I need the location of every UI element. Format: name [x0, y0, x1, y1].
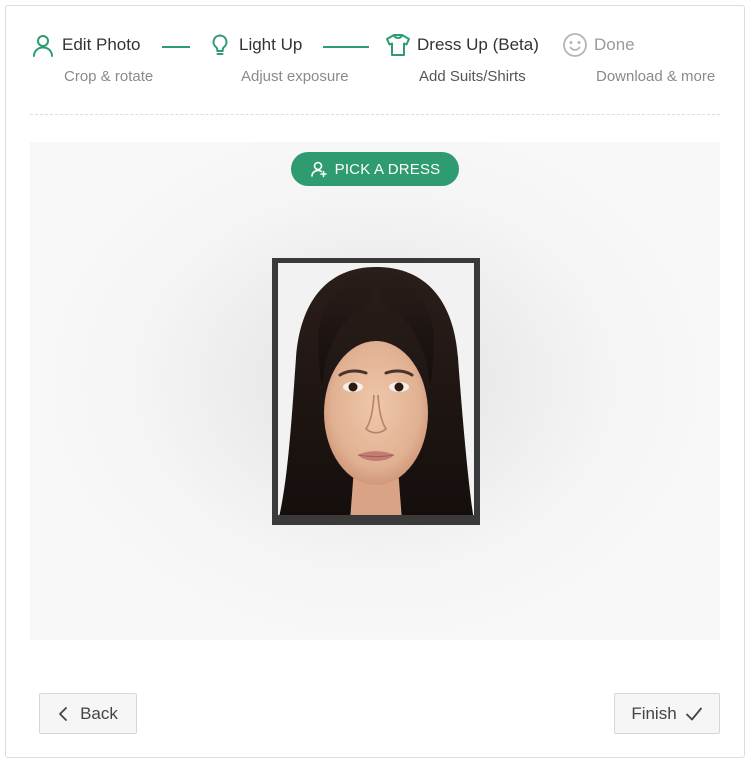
step-edit-photo[interactable]: Edit Photo Crop & rotate [30, 30, 153, 85]
step-title: Light Up [239, 35, 303, 54]
divider [30, 114, 720, 115]
portrait-photo [272, 258, 480, 525]
step-desc: Download & more [596, 68, 716, 85]
step-done[interactable]: Done Download & more [562, 30, 715, 85]
check-icon [685, 706, 703, 722]
pick-dress-button[interactable]: PICK A DRESS [291, 152, 459, 186]
step-desc: Crop & rotate [64, 68, 154, 85]
step-connector [323, 46, 369, 48]
portrait-image [278, 263, 474, 521]
step-connector [162, 46, 190, 48]
step-light-up[interactable]: Light Up Adjust exposure [207, 30, 349, 85]
step-title: Done [594, 35, 635, 54]
finish-label: Finish [631, 703, 677, 723]
step-desc: Adjust exposure [241, 68, 349, 85]
back-label: Back [80, 703, 118, 723]
shirt-icon [385, 32, 411, 58]
chevron-left-icon [58, 706, 68, 722]
finish-button[interactable]: Finish [614, 693, 720, 734]
step-title: Edit Photo [62, 35, 141, 54]
back-button[interactable]: Back [39, 693, 137, 734]
lightbulb-icon [207, 32, 233, 58]
pick-dress-label: PICK A DRESS [334, 160, 441, 178]
user-icon [30, 32, 56, 58]
smiley-icon [562, 32, 588, 58]
step-dress-up[interactable]: Dress Up (Beta) Add Suits/Shirts [385, 30, 539, 85]
user-add-icon [310, 160, 328, 178]
step-desc: Add Suits/Shirts [419, 68, 526, 85]
step-title: Dress Up (Beta) [417, 35, 539, 54]
